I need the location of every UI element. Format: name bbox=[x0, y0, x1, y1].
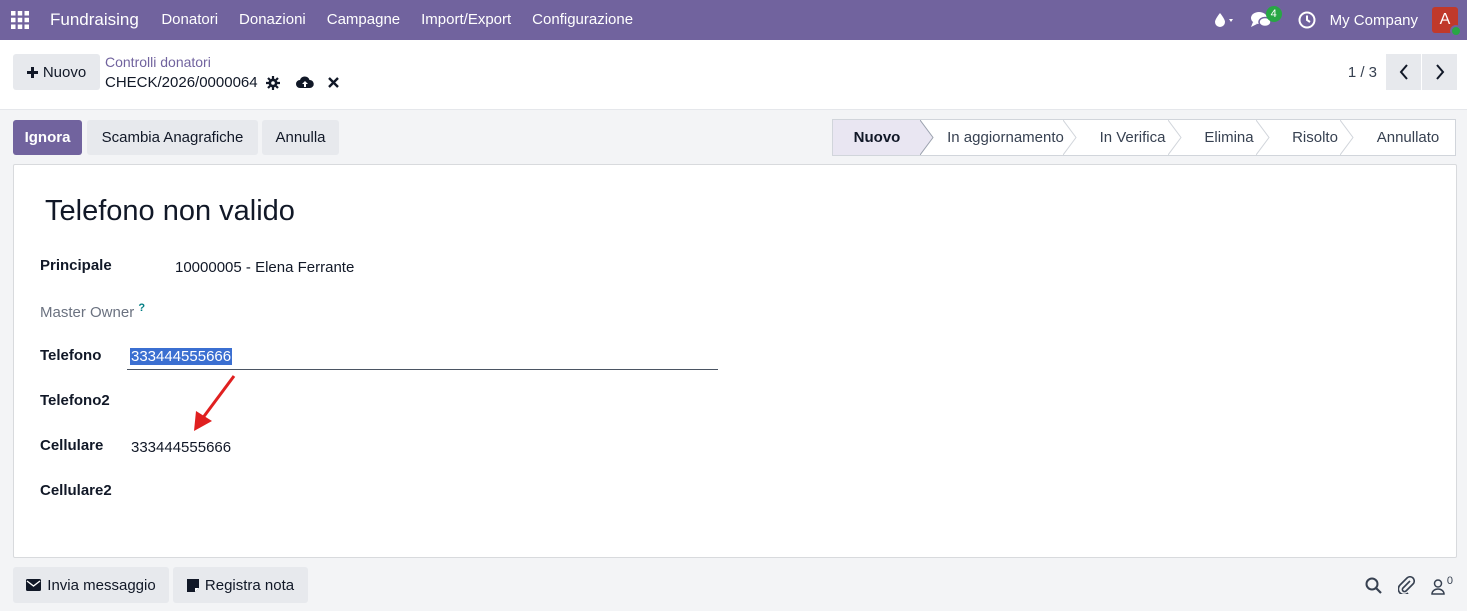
plus-icon bbox=[26, 66, 38, 78]
telefono-label: Telefono bbox=[40, 347, 102, 364]
log-note-label: Registra nota bbox=[204, 576, 295, 594]
close-icon[interactable] bbox=[327, 77, 339, 88]
followers-count: 0 bbox=[1446, 575, 1453, 587]
send-message-label: Invia messaggio bbox=[47, 576, 156, 594]
stage-label: In aggiornamento bbox=[947, 129, 1064, 146]
master-owner-field[interactable] bbox=[127, 296, 718, 324]
search-icon[interactable] bbox=[1365, 577, 1382, 598]
water-drop-icon[interactable] bbox=[1214, 12, 1236, 28]
pager-previous-button[interactable] bbox=[1386, 54, 1421, 90]
action-bar: Ignora Scambia Anagrafiche Annulla Nuovo… bbox=[0, 110, 1467, 164]
envelope-icon bbox=[26, 579, 42, 591]
stage-label: In Verifica bbox=[1099, 129, 1166, 146]
cloud-upload-icon[interactable] bbox=[295, 76, 314, 90]
online-status-icon bbox=[1450, 25, 1462, 37]
control-panel: Nuovo Controlli donatori CHECK/2026/0000… bbox=[0, 40, 1467, 110]
status-bar: Nuovo In aggiornamento In Verifica Elimi… bbox=[832, 119, 1456, 156]
record-heading: Telefono non valido bbox=[45, 195, 295, 227]
stage-in-aggiornamento[interactable]: In aggiornamento bbox=[921, 120, 1077, 155]
stage-label: Nuovo bbox=[853, 129, 901, 146]
avatar[interactable]: A bbox=[1432, 7, 1462, 37]
avatar-letter: A bbox=[1439, 11, 1451, 28]
company-switcher[interactable]: My Company bbox=[1330, 12, 1418, 29]
top-navbar: Fundraising Donatori Donazioni Campagne … bbox=[0, 0, 1467, 40]
note-icon bbox=[186, 578, 199, 592]
record-title: CHECK/2026/0000064 bbox=[105, 74, 339, 91]
cancel-button[interactable]: Annulla bbox=[262, 120, 339, 155]
stage-label: Risolto bbox=[1292, 129, 1338, 146]
telefono-input[interactable]: 333444555666 bbox=[130, 348, 233, 365]
person-icon bbox=[1431, 579, 1445, 595]
menu-donazioni[interactable]: Donazioni bbox=[229, 0, 317, 40]
stage-annullato[interactable]: Annullato bbox=[1353, 120, 1455, 155]
cellulare-value[interactable]: 333444555666 bbox=[131, 439, 231, 456]
send-message-button[interactable]: Invia messaggio bbox=[13, 567, 169, 603]
chevron-left-icon bbox=[1399, 64, 1408, 80]
log-note-button[interactable]: Registra nota bbox=[173, 567, 308, 603]
clock-icon[interactable] bbox=[1298, 11, 1316, 29]
cellulare-label: Cellulare bbox=[40, 437, 104, 454]
apps-grid-icon[interactable] bbox=[0, 0, 40, 40]
stage-nuovo[interactable]: Nuovo bbox=[833, 120, 934, 155]
chat-icon[interactable]: 4 bbox=[1250, 0, 1284, 40]
stage-label: Elimina bbox=[1204, 129, 1254, 146]
pager-next-button[interactable] bbox=[1422, 54, 1457, 90]
breadcrumb[interactable]: Controlli donatori bbox=[105, 54, 211, 70]
principale-link[interactable]: 10000005 - Elena Ferrante bbox=[175, 259, 354, 276]
ignore-button[interactable]: Ignora bbox=[13, 120, 82, 155]
menu-donatori[interactable]: Donatori bbox=[151, 0, 229, 40]
chevron-right-icon bbox=[1435, 64, 1444, 80]
menu-configurazione[interactable]: Configurazione bbox=[522, 0, 644, 40]
pager-value[interactable]: 1 / 3 bbox=[1348, 64, 1377, 81]
principale-label: Principale bbox=[40, 257, 112, 274]
master-owner-label-text: Master Owner bbox=[40, 304, 135, 321]
form-sheet: Telefono non valido Principale 10000005 … bbox=[13, 164, 1457, 558]
stage-label: Annullato bbox=[1376, 129, 1440, 146]
stage-elimina[interactable]: Elimina bbox=[1181, 120, 1270, 155]
new-button-label: Nuovo bbox=[42, 63, 87, 81]
telefono2-label: Telefono2 bbox=[40, 392, 110, 409]
telefono-selected-text: 333444555666 bbox=[130, 348, 233, 365]
stage-in-verifica[interactable]: In Verifica bbox=[1076, 120, 1182, 155]
telefono-input-underline bbox=[127, 369, 718, 370]
app-brand[interactable]: Fundraising bbox=[50, 10, 139, 30]
followers-button[interactable]: 0 bbox=[1431, 575, 1453, 595]
chatter-bar: Invia messaggio Registra nota 0 bbox=[0, 558, 1467, 611]
paperclip-icon[interactable] bbox=[1397, 575, 1415, 598]
cellulare2-field[interactable] bbox=[127, 476, 718, 504]
new-button[interactable]: Nuovo bbox=[13, 54, 100, 90]
gear-icon[interactable] bbox=[265, 75, 280, 90]
menu-import-export[interactable]: Import/Export bbox=[411, 0, 522, 40]
record-name: CHECK/2026/0000064 bbox=[105, 74, 258, 91]
cellulare2-label: Cellulare2 bbox=[40, 482, 112, 499]
messages-badge: 4 bbox=[1265, 6, 1282, 22]
stage-risolto[interactable]: Risolto bbox=[1269, 120, 1354, 155]
menu-campagne[interactable]: Campagne bbox=[316, 0, 410, 40]
swap-records-button[interactable]: Scambia Anagrafiche bbox=[87, 120, 258, 155]
annotation-arrow bbox=[194, 375, 236, 431]
